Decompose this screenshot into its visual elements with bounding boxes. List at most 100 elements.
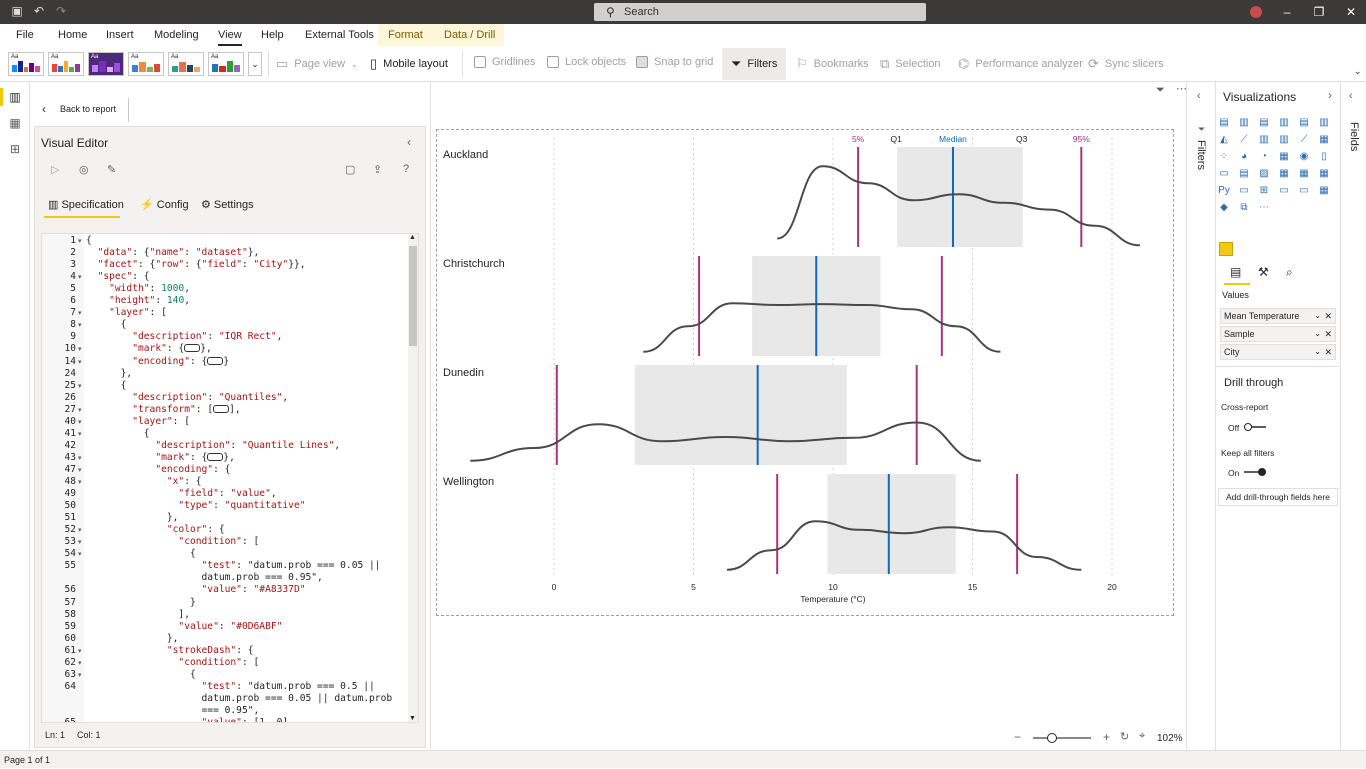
keep-filters-toggle[interactable]	[1244, 468, 1266, 476]
fold-icon[interactable]: ▾	[78, 659, 82, 667]
clustered-bar-icon[interactable]: ▤	[1258, 117, 1270, 129]
treemap-icon[interactable]: ▦	[1278, 151, 1290, 163]
fold-icon[interactable]: ▾	[78, 345, 82, 353]
bookmarks-button[interactable]: ⚐ Bookmarks	[796, 56, 869, 72]
tab-specification[interactable]: ▥ Specification	[48, 198, 124, 211]
theme-swatch[interactable]: Aa	[48, 52, 84, 76]
scrollbar[interactable]: ▲ ▼	[408, 234, 418, 722]
line-stacked-column-icon[interactable]: ▥	[1278, 134, 1290, 146]
visual-container[interactable]: 5% Q1 Median Q3 95% Auckland Christchurch Duned…	[436, 129, 1174, 616]
close-icon[interactable]: ✕	[1334, 0, 1366, 24]
field-mean-temperature[interactable]: Mean Temperature ⌄ ✕	[1220, 308, 1336, 324]
stacked-column-icon[interactable]: ▥	[1238, 117, 1250, 129]
theme-swatch[interactable]: Aa	[128, 52, 164, 76]
filled-map-icon[interactable]: ▯	[1318, 151, 1330, 163]
export-icon[interactable]: ⇪	[373, 163, 382, 176]
table-icon[interactable]: ▦	[1298, 168, 1310, 180]
pie-icon[interactable]: ◕	[1238, 151, 1250, 163]
fold-icon[interactable]: ▾	[78, 454, 82, 462]
reset-zoom-icon[interactable]: ↻	[1120, 730, 1129, 743]
fold-icon[interactable]: ▾	[78, 321, 82, 329]
fold-icon[interactable]: ▾	[78, 647, 82, 655]
fold-icon[interactable]: ▾	[78, 382, 82, 390]
zoom-in-icon[interactable]: +	[1103, 730, 1110, 744]
more-visuals-icon[interactable]: ⋯	[1258, 202, 1270, 214]
fold-icon[interactable]: ▾	[78, 273, 82, 281]
menu-modeling[interactable]: Modeling	[154, 29, 199, 41]
key-influencers-icon[interactable]: ▭	[1238, 185, 1250, 197]
stacked-bar-icon[interactable]: ▤	[1218, 117, 1230, 129]
slicer-icon[interactable]: ▦	[1278, 168, 1290, 180]
area-chart-icon[interactable]: ◭	[1218, 134, 1230, 146]
donut-icon[interactable]: ◔	[1258, 151, 1270, 163]
zoom-out-icon[interactable]: −	[1014, 730, 1021, 744]
tab-config[interactable]: ⚡ Config	[140, 198, 189, 211]
code-editor[interactable]: 1 ▾ 2 3 4 ▾ 5 6 7 ▾ 8 ▾ 9 10 ▾ 14 ▾ 24 25 ▾ 26 27 ▾ 40 ▾ 41 ▾ 42 43 ▾…	[41, 233, 419, 723]
clustered-column-icon[interactable]: ▥	[1278, 117, 1290, 129]
fit-page-icon[interactable]: ⌖	[1139, 730, 1145, 743]
menu-help[interactable]: Help	[261, 29, 284, 41]
theme-swatch[interactable]: Aa	[168, 52, 204, 76]
data-view-icon[interactable]: ▦	[8, 116, 22, 130]
selection-button[interactable]: ⧉ Selection	[880, 56, 941, 72]
fold-icon[interactable]: ▾	[78, 406, 82, 414]
remove-icon[interactable]: ✕	[1324, 309, 1332, 323]
theme-swatch[interactable]: Aa	[88, 52, 124, 76]
wrench-icon[interactable]: ✎	[107, 163, 116, 176]
zoom-slider-thumb[interactable]	[1047, 733, 1057, 743]
snap-to-grid-checkbox[interactable]: Snap to grid	[636, 56, 713, 68]
tab-settings[interactable]: ⚙ Settings	[201, 198, 254, 211]
field-city[interactable]: City ⌄ ✕	[1220, 344, 1336, 360]
fold-icon[interactable]: ▾	[78, 478, 82, 486]
save-icon[interactable]: ▣	[10, 4, 24, 18]
chevron-down-icon[interactable]: ⌄	[248, 52, 262, 76]
chevron-right-icon[interactable]: ›	[1328, 88, 1332, 102]
ribbon-chart-icon[interactable]: ⟋	[1298, 134, 1310, 146]
zoom-slider-track[interactable]	[1033, 737, 1091, 739]
page-view-button[interactable]: ▭ Page view ⌄	[276, 56, 358, 72]
fields-well-icon[interactable]: ▤	[1230, 265, 1241, 279]
fold-icon[interactable]: ▾	[78, 550, 82, 558]
fold-icon[interactable]: ▾	[78, 358, 82, 366]
menu-view[interactable]: View	[218, 29, 242, 46]
scatter-icon[interactable]: ⁘	[1218, 151, 1230, 163]
gridlines-checkbox[interactable]: Gridlines	[474, 56, 535, 68]
redo-icon[interactable]: ↷	[54, 4, 68, 18]
mobile-layout-button[interactable]: ▯ Mobile layout	[370, 56, 448, 72]
power-automate-icon[interactable]: ◆	[1218, 202, 1230, 214]
fold-icon[interactable]: ▾	[78, 309, 82, 317]
undo-icon[interactable]: ↶	[32, 4, 46, 18]
report-view-icon[interactable]: ▥	[8, 90, 22, 104]
matrix-icon[interactable]: ▦	[1318, 168, 1330, 180]
python-visual-icon[interactable]: Py	[1218, 185, 1230, 197]
avatar[interactable]	[1250, 6, 1262, 18]
minimize-icon[interactable]: –	[1270, 0, 1304, 24]
narrative-icon[interactable]: ▭	[1298, 185, 1310, 197]
scrollbar-thumb[interactable]	[409, 246, 417, 346]
fold-icon[interactable]: ▾	[78, 538, 82, 546]
run-icon[interactable]: ▷	[51, 163, 59, 176]
filters-strip[interactable]: ‹ ⏷ Filters	[1186, 82, 1216, 750]
fold-icon[interactable]: ▾	[78, 237, 82, 245]
paginated-icon[interactable]: ▦	[1318, 185, 1330, 197]
multi-row-card-icon[interactable]: ▤	[1238, 168, 1250, 180]
back-arrow-icon[interactable]: ‹	[42, 102, 46, 116]
sync-slicers-button[interactable]: ⟳ Sync slicers	[1088, 56, 1164, 72]
search-input[interactable]: ⚲ Search	[594, 3, 926, 21]
fold-icon[interactable]: ▾	[78, 466, 82, 474]
stacked-area-icon[interactable]: ⟋	[1238, 134, 1250, 146]
chevron-down-icon[interactable]: ⌄	[1314, 327, 1321, 341]
menu-format[interactable]: Format	[388, 29, 423, 41]
lock-objects-checkbox[interactable]: Lock objects	[547, 56, 626, 68]
line-column-icon[interactable]: ▥	[1258, 134, 1270, 146]
fold-icon[interactable]: ▾	[78, 526, 82, 534]
theme-swatch[interactable]: Aa	[8, 52, 44, 76]
format-paint-icon[interactable]: ⚒	[1258, 265, 1269, 279]
theme-swatch[interactable]: Aa	[208, 52, 244, 76]
fields-strip[interactable]: ‹ Fields	[1340, 82, 1366, 750]
qa-icon[interactable]: ▭	[1278, 185, 1290, 197]
analytics-icon[interactable]: ⌕	[1286, 265, 1293, 280]
waterfall-icon[interactable]: ▦	[1318, 134, 1330, 146]
card-icon[interactable]: ▭	[1218, 168, 1230, 180]
map-icon[interactable]: ◉	[1298, 151, 1310, 163]
